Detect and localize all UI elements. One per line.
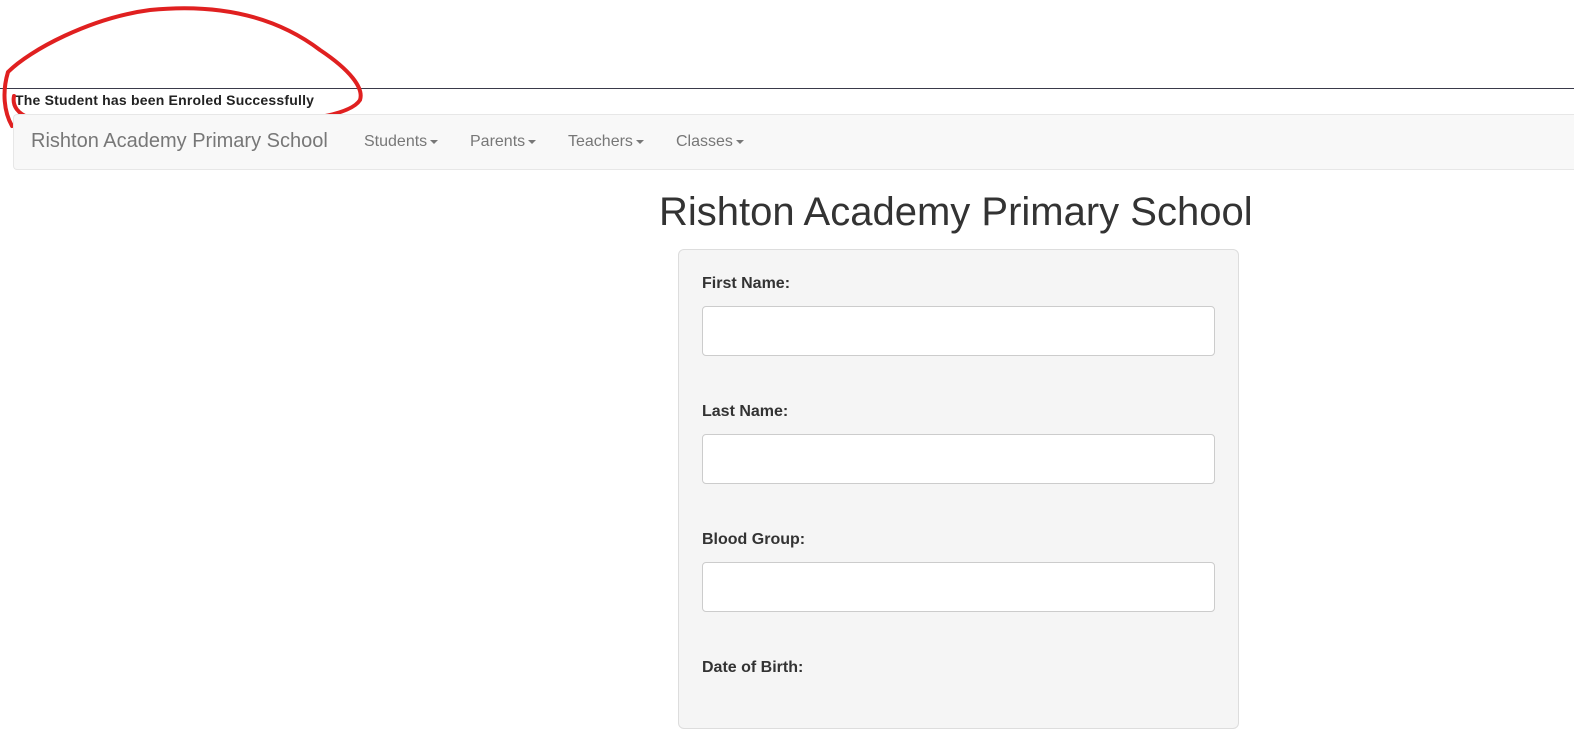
first-name-field[interactable] xyxy=(702,306,1215,356)
nav-item-label: Students xyxy=(364,133,428,150)
caret-down-icon xyxy=(528,139,537,144)
caret-down-icon xyxy=(635,139,644,144)
blood-group-field[interactable] xyxy=(702,562,1215,612)
nav-item-label: Classes xyxy=(676,133,733,150)
first-name-label: First Name: xyxy=(702,275,791,292)
navbar-brand[interactable]: Rishton Academy Primary School xyxy=(31,130,328,153)
blood-group-label: Blood Group: xyxy=(702,531,806,548)
date-of-birth-label: Date of Birth: xyxy=(702,659,804,676)
nav-item-label: Parents xyxy=(470,133,526,150)
last-name-label: Last Name: xyxy=(702,403,789,420)
page-title: Rishton Academy Primary School xyxy=(659,190,1253,234)
student-form: First Name: Last Name: Blood Group: Date… xyxy=(678,249,1239,729)
nav-item-label: Teachers xyxy=(568,133,633,150)
caret-down-icon xyxy=(735,139,744,144)
top-divider xyxy=(0,88,1574,89)
navbar: Rishton Academy Primary School Students … xyxy=(13,114,1574,170)
success-message: The Student has been Enroled Successfull… xyxy=(15,92,315,108)
nav-item-students[interactable]: Students xyxy=(364,133,439,151)
nav-item-teachers[interactable]: Teachers xyxy=(568,133,644,151)
caret-down-icon xyxy=(430,139,439,144)
nav-item-classes[interactable]: Classes xyxy=(676,133,744,151)
nav-item-parents[interactable]: Parents xyxy=(470,133,537,151)
last-name-field[interactable] xyxy=(702,434,1215,484)
